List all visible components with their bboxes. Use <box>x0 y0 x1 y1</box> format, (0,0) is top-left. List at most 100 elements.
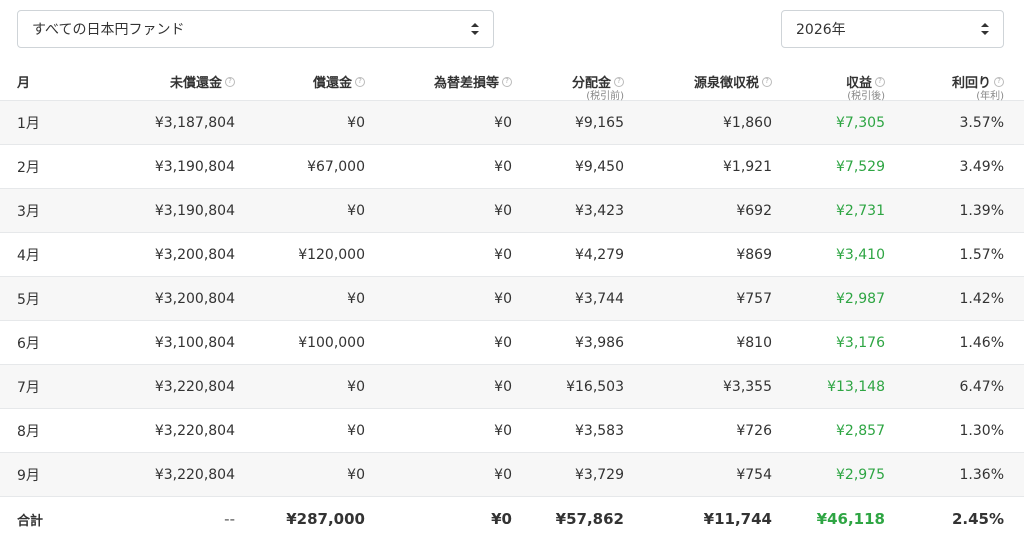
header-unredeemed: 未償還金? <box>170 58 235 100</box>
info-icon[interactable]: ? <box>614 76 624 87</box>
header-redemption: 償還金? <box>313 58 365 100</box>
row-distribution: ¥3,423 <box>575 202 624 219</box>
row-profit: ¥7,529 <box>836 158 885 175</box>
row-redemption: ¥0 <box>347 290 365 307</box>
table-row: 1月 ¥3,187,804 ¥0 ¥0 ¥9,165 ¥1,860 ¥7,305 3.57% <box>0 101 1024 145</box>
row-unredeemed: ¥3,220,804 <box>154 378 235 395</box>
row-unredeemed: ¥3,220,804 <box>154 466 235 483</box>
total-label: 合計 <box>17 513 44 529</box>
info-icon[interactable]: ? <box>225 76 235 87</box>
row-month: 6月 <box>17 335 40 352</box>
row-fx: ¥0 <box>494 378 512 395</box>
row-distribution: ¥3,986 <box>575 334 624 351</box>
row-month: 1月 <box>17 115 40 132</box>
row-distribution: ¥9,450 <box>575 158 624 175</box>
row-yield: 1.39% <box>959 202 1004 219</box>
row-fx: ¥0 <box>494 202 512 219</box>
table-row: 2月 ¥3,190,804 ¥67,000 ¥0 ¥9,450 ¥1,921 ¥7,529 3… <box>0 145 1024 189</box>
header-distribution: 分配金? (税引前) <box>572 58 624 102</box>
header-profit: 収益? (税引後) <box>845 58 885 102</box>
header-yield-label: 利回り <box>951 76 991 91</box>
row-unredeemed: ¥3,200,804 <box>154 246 235 263</box>
row-month: 2月 <box>17 159 40 176</box>
row-distribution: ¥9,165 <box>575 114 624 131</box>
header-withholding: 源泉徴収税? <box>694 58 772 100</box>
fund-select-value: すべての日本円ファンド <box>32 22 185 38</box>
row-redemption: ¥0 <box>347 114 365 131</box>
row-withholding: ¥1,860 <box>723 114 772 131</box>
table-row: 3月 ¥3,190,804 ¥0 ¥0 ¥3,423 ¥692 ¥2,731 1.39% <box>0 189 1024 233</box>
header-month-label: 月 <box>17 76 31 91</box>
row-redemption: ¥100,000 <box>298 334 365 351</box>
row-yield: 1.46% <box>959 334 1004 351</box>
row-redemption: ¥0 <box>347 466 365 483</box>
year-select[interactable]: 2026年 <box>781 10 1004 48</box>
info-icon[interactable]: ? <box>355 76 365 87</box>
row-month: 9月 <box>17 467 40 484</box>
row-withholding: ¥726 <box>736 422 772 439</box>
table-row: 7月 ¥3,220,804 ¥0 ¥0 ¥16,503 ¥3,355 ¥13,148 6.47… <box>0 365 1024 409</box>
table-row: 5月 ¥3,200,804 ¥0 ¥0 ¥3,744 ¥757 ¥2,987 1.42% <box>0 277 1024 321</box>
table-total-row: 合計 -- ¥287,000 ¥0 ¥57,862 ¥11,744 ¥46,11… <box>0 497 1024 535</box>
row-yield: 1.36% <box>959 466 1004 483</box>
header-fx: 為替差損等? <box>434 58 512 100</box>
row-unredeemed: ¥3,200,804 <box>154 290 235 307</box>
table-row: 9月 ¥3,220,804 ¥0 ¥0 ¥3,729 ¥754 ¥2,975 1.36% <box>0 453 1024 497</box>
row-yield: 3.49% <box>959 158 1004 175</box>
row-redemption: ¥0 <box>347 202 365 219</box>
row-month: 3月 <box>17 203 40 220</box>
row-unredeemed: ¥3,190,804 <box>154 202 235 219</box>
select-arrows-icon <box>981 23 989 35</box>
total-profit: ¥46,118 <box>816 510 885 528</box>
year-select-value: 2026年 <box>796 22 846 38</box>
row-redemption: ¥0 <box>347 378 365 395</box>
row-fx: ¥0 <box>494 114 512 131</box>
row-fx: ¥0 <box>494 158 512 175</box>
row-withholding: ¥1,921 <box>723 158 772 175</box>
row-profit: ¥2,731 <box>836 202 885 219</box>
row-fx: ¥0 <box>494 246 512 263</box>
row-distribution: ¥16,503 <box>566 378 624 395</box>
row-withholding: ¥754 <box>736 466 772 483</box>
header-profit-label: 収益 <box>845 76 872 91</box>
select-arrows-icon <box>471 23 479 35</box>
row-withholding: ¥757 <box>736 290 772 307</box>
row-fx: ¥0 <box>494 422 512 439</box>
table-body: 1月 ¥3,187,804 ¥0 ¥0 ¥9,165 ¥1,860 ¥7,305 3.57% 2… <box>0 101 1024 497</box>
total-yield: 2.45% <box>951 510 1004 528</box>
row-withholding: ¥3,355 <box>723 378 772 395</box>
row-redemption: ¥67,000 <box>307 158 365 175</box>
info-icon[interactable]: ? <box>994 76 1004 87</box>
table-row: 8月 ¥3,220,804 ¥0 ¥0 ¥3,583 ¥726 ¥2,857 1.30% <box>0 409 1024 453</box>
fund-select[interactable]: すべての日本円ファンド <box>17 10 494 48</box>
total-redemption: ¥287,000 <box>286 510 365 528</box>
row-unredeemed: ¥3,187,804 <box>154 114 235 131</box>
info-icon[interactable]: ? <box>762 76 772 87</box>
row-redemption: ¥120,000 <box>298 246 365 263</box>
row-profit: ¥13,148 <box>827 378 885 395</box>
row-yield: 6.47% <box>959 378 1004 395</box>
header-withholding-label: 源泉徴収税 <box>693 76 759 91</box>
row-profit: ¥3,176 <box>836 334 885 351</box>
info-icon[interactable]: ? <box>502 76 512 87</box>
info-icon[interactable]: ? <box>875 76 885 87</box>
row-yield: 1.42% <box>959 290 1004 307</box>
row-month: 4月 <box>17 247 40 264</box>
row-redemption: ¥0 <box>347 422 365 439</box>
header-redemption-label: 償還金 <box>312 76 352 91</box>
table-header-row: 月 未償還金? 償還金? 為替差損等? 分配金? (税引前) 源泉徴収税? 収益?… <box>0 58 1024 102</box>
row-unredeemed: ¥3,100,804 <box>154 334 235 351</box>
row-fx: ¥0 <box>494 290 512 307</box>
row-month: 7月 <box>17 379 40 396</box>
header-month: 月 <box>17 58 97 100</box>
row-unredeemed: ¥3,190,804 <box>154 158 235 175</box>
row-fx: ¥0 <box>494 466 512 483</box>
row-withholding: ¥869 <box>736 246 772 263</box>
table-row: 6月 ¥3,100,804 ¥100,000 ¥0 ¥3,986 ¥810 ¥3,176 1.… <box>0 321 1024 365</box>
row-distribution: ¥3,583 <box>575 422 624 439</box>
row-yield: 1.30% <box>959 422 1004 439</box>
row-unredeemed: ¥3,220,804 <box>154 422 235 439</box>
row-month: 5月 <box>17 291 40 308</box>
header-fx-label: 為替差損等 <box>433 76 499 91</box>
total-fx: ¥0 <box>491 510 512 528</box>
